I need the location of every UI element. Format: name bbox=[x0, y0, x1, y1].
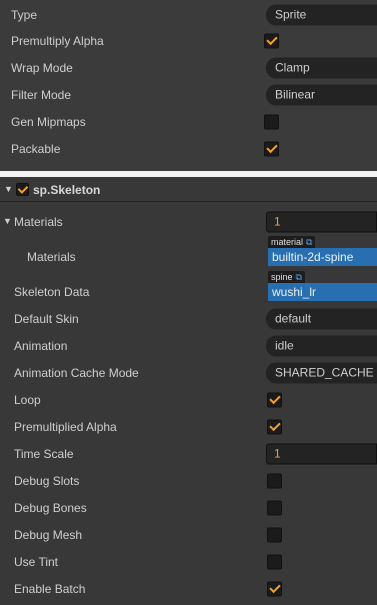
debug-slots-label: Debug Slots bbox=[14, 473, 80, 488]
material-asset-tag: material ⧉ bbox=[268, 236, 316, 248]
row-type: Type Sprite bbox=[0, 1, 377, 28]
default-skin-label: Default Skin bbox=[14, 311, 79, 326]
component-enabled-checkbox[interactable] bbox=[16, 183, 29, 196]
component-header[interactable]: ▼ sp.Skeleton bbox=[0, 179, 377, 201]
animation-cache-mode-label: Animation Cache Mode bbox=[14, 365, 139, 380]
row-materials: ▼ Materials 1 bbox=[0, 208, 377, 235]
enable-batch-label: Enable Batch bbox=[14, 581, 86, 596]
enable-batch-checkbox[interactable] bbox=[267, 581, 282, 596]
animation-select[interactable]: idle bbox=[266, 335, 377, 356]
row-packable: Packable bbox=[0, 135, 377, 162]
row-debug-mesh: Debug Mesh bbox=[0, 521, 377, 548]
row-animation: Animation idle bbox=[0, 332, 377, 359]
debug-mesh-label: Debug Mesh bbox=[14, 527, 83, 542]
row-enable-batch: Enable Batch bbox=[0, 575, 377, 602]
premultiplied-alpha-label: Premultiplied Alpha bbox=[14, 419, 117, 434]
row-animation-cache-mode: Animation Cache Mode SHARED_CACHE bbox=[0, 359, 377, 386]
triangle-down-icon[interactable]: ▼ bbox=[3, 216, 12, 226]
animation-label: Animation bbox=[14, 338, 68, 353]
debug-slots-checkbox[interactable] bbox=[267, 473, 282, 488]
debug-bones-label: Debug Bones bbox=[14, 500, 87, 515]
gen-mipmaps-checkbox[interactable] bbox=[264, 114, 279, 129]
filter-mode-select[interactable]: Bilinear bbox=[266, 84, 377, 105]
materials-count-input[interactable]: 1 bbox=[266, 211, 377, 232]
component-title: sp.Skeleton bbox=[33, 183, 101, 197]
row-use-tint: Use Tint bbox=[0, 548, 377, 575]
wrap-mode-label: Wrap Mode bbox=[11, 60, 73, 75]
row-wrap-mode: Wrap Mode Clamp bbox=[0, 54, 377, 81]
debug-mesh-checkbox[interactable] bbox=[267, 527, 282, 542]
gen-mipmaps-label: Gen Mipmaps bbox=[11, 114, 86, 129]
header-divider bbox=[0, 201, 377, 202]
type-select[interactable]: Sprite bbox=[266, 4, 377, 25]
row-loop: Loop bbox=[0, 386, 377, 413]
row-premultiplied-alpha: Premultiplied Alpha bbox=[0, 413, 377, 440]
packable-checkbox[interactable] bbox=[264, 141, 279, 156]
skeleton-data-label: Skeleton Data bbox=[14, 284, 90, 299]
time-scale-label: Time Scale bbox=[14, 446, 74, 461]
row-gen-mipmaps: Gen Mipmaps bbox=[0, 108, 377, 135]
row-default-skin: Default Skin default bbox=[0, 305, 377, 332]
external-link-icon[interactable]: ⧉ bbox=[306, 237, 312, 247]
default-skin-select[interactable]: default bbox=[266, 308, 377, 329]
material-tag-text: material bbox=[271, 237, 304, 247]
loop-checkbox[interactable] bbox=[267, 392, 282, 407]
skeleton-data-asset-field[interactable]: wushi_lr bbox=[268, 283, 377, 301]
materials-item-label: Materials bbox=[27, 249, 76, 264]
row-premultiply-alpha: Premultiply Alpha bbox=[0, 27, 377, 54]
triangle-down-icon[interactable]: ▼ bbox=[4, 184, 13, 194]
loop-label: Loop bbox=[14, 392, 41, 407]
import-settings-panel: Type Sprite Premultiply Alpha Wrap Mode … bbox=[0, 0, 377, 171]
type-label: Type bbox=[11, 7, 38, 22]
premultiplied-alpha-checkbox[interactable] bbox=[267, 419, 282, 434]
wrap-mode-select[interactable]: Clamp bbox=[266, 57, 377, 78]
use-tint-checkbox[interactable] bbox=[267, 554, 282, 569]
row-debug-bones: Debug Bones bbox=[0, 494, 377, 521]
material-asset-field[interactable]: builtin-2d-spine bbox=[268, 248, 377, 266]
external-link-icon[interactable]: ⧉ bbox=[296, 272, 302, 282]
filter-mode-label: Filter Mode bbox=[11, 87, 72, 102]
spine-asset-tag: spine ⧉ bbox=[268, 271, 305, 283]
packable-label: Packable bbox=[11, 141, 61, 156]
animation-cache-mode-select[interactable]: SHARED_CACHE bbox=[266, 362, 377, 383]
row-time-scale: Time Scale 1 bbox=[0, 440, 377, 467]
premultiply-alpha-checkbox[interactable] bbox=[264, 33, 279, 48]
spine-tag-text: spine bbox=[271, 272, 293, 282]
row-filter-mode: Filter Mode Bilinear bbox=[0, 81, 377, 108]
debug-bones-checkbox[interactable] bbox=[267, 500, 282, 515]
time-scale-input[interactable]: 1 bbox=[266, 443, 377, 464]
use-tint-label: Use Tint bbox=[14, 554, 59, 569]
materials-label: Materials bbox=[14, 214, 63, 229]
premultiply-alpha-label: Premultiply Alpha bbox=[11, 33, 104, 48]
row-debug-slots: Debug Slots bbox=[0, 467, 377, 494]
